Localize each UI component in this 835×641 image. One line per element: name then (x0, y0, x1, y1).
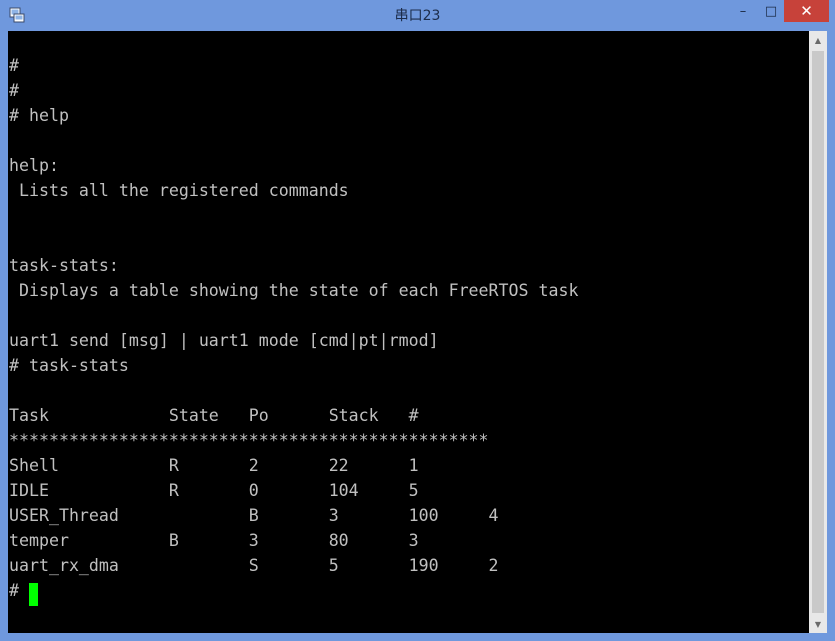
close-button[interactable]: ✕ (784, 0, 829, 22)
terminal-line: # help (9, 106, 69, 125)
terminal-line: temper B 3 80 3 (9, 531, 419, 550)
terminal-line: # (9, 56, 19, 75)
terminal-line: uart_rx_dma S 5 190 2 (9, 556, 499, 575)
text-cursor (29, 583, 38, 606)
scroll-down-icon[interactable]: ▼ (809, 615, 827, 633)
terminal-window: 串口23 – □ ✕ # # # help help: Lists all the r… (0, 0, 835, 641)
terminal-line: Displays a table showing the state of ea… (9, 281, 579, 300)
terminal-line: ****************************************… (9, 431, 489, 450)
terminal-line: Shell R 2 22 1 (9, 456, 419, 475)
terminal-output[interactable]: # # # help help: Lists all the registered c… (8, 31, 809, 633)
terminal-client-area: # # # help help: Lists all the registered c… (8, 31, 827, 633)
terminal-line: IDLE R 0 104 5 (9, 481, 419, 500)
maximize-button[interactable]: □ (758, 0, 784, 22)
terminal-line: help: (9, 156, 59, 175)
scrollbar-thumb[interactable] (812, 51, 824, 613)
scroll-up-icon[interactable]: ▲ (809, 31, 827, 49)
terminal-line: uart1 send [msg] | uart1 mode [cmd|pt|rm… (9, 331, 439, 350)
minimize-button[interactable]: – (728, 0, 758, 22)
title-bar[interactable]: 串口23 – □ ✕ (0, 0, 835, 31)
terminal-line: USER_Thread B 3 100 4 (9, 506, 499, 525)
vertical-scrollbar[interactable]: ▲ ▼ (809, 31, 827, 633)
terminal-line: # task-stats (9, 356, 129, 375)
terminal-line: task-stats: (9, 256, 119, 275)
terminal-line: Lists all the registered commands (9, 181, 349, 200)
window-title: 串口23 (394, 8, 441, 24)
terminal-line: # (9, 81, 19, 100)
terminal-line: # (9, 581, 29, 600)
terminal-line: Task State Po Stack # (9, 406, 419, 425)
